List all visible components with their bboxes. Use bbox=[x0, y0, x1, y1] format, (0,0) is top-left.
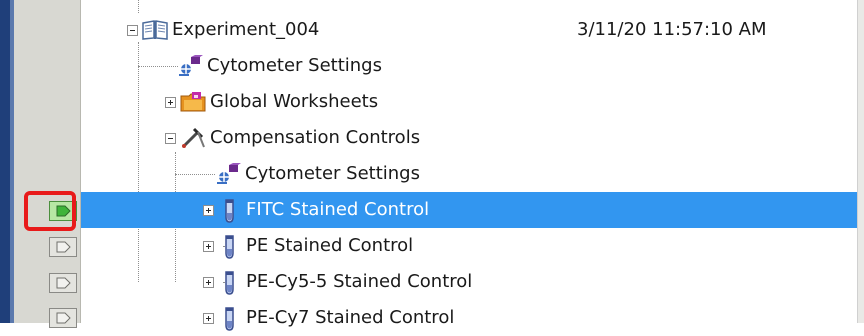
node-label: Cytometer Settings bbox=[245, 163, 420, 184]
test-tube-icon bbox=[218, 199, 240, 223]
folder-icon bbox=[180, 91, 206, 113]
tree-row-global-worksheets[interactable]: Global Worksheets bbox=[81, 84, 858, 120]
experiment-date: 3/11/20 11:57:10 AM bbox=[577, 19, 767, 40]
node-label: Cytometer Settings bbox=[207, 55, 382, 76]
tree-row-pe-cy5-5-stained-control[interactable]: PE-Cy5-5 Stained Control bbox=[81, 264, 858, 300]
compensation-tools-icon bbox=[180, 127, 205, 149]
acquisition-pointer-pe-cy7[interactable] bbox=[49, 308, 77, 328]
expand-toggle[interactable] bbox=[203, 276, 214, 288]
test-tube-icon bbox=[218, 307, 240, 331]
test-tube-icon bbox=[218, 235, 240, 259]
play-arrow-icon bbox=[56, 277, 71, 289]
window-frame-right bbox=[857, 0, 864, 323]
acquisition-pointer-pe-cy5-5[interactable] bbox=[49, 273, 77, 293]
acquisition-pointer-column bbox=[14, 0, 81, 328]
expand-toggle[interactable] bbox=[203, 240, 214, 252]
expand-toggle[interactable] bbox=[203, 204, 214, 216]
node-label: FITC Stained Control bbox=[246, 199, 430, 220]
tree-row-cytometer-settings[interactable]: Cytometer Settings bbox=[81, 48, 858, 84]
tree-row-pe-stained-control[interactable]: PE Stained Control bbox=[81, 228, 858, 264]
tree-row-comp-cytometer-settings[interactable]: Cytometer Settings bbox=[81, 156, 858, 192]
node-label: PE Stained Control bbox=[246, 235, 414, 256]
expand-toggle[interactable] bbox=[165, 96, 176, 108]
node-label: PE-Cy7 Stained Control bbox=[246, 307, 455, 328]
window-frame-left bbox=[0, 0, 10, 323]
tree-row-compensation-controls[interactable]: Compensation Controls bbox=[81, 120, 858, 156]
expand-toggle[interactable] bbox=[203, 312, 214, 324]
tree-row-pe-cy7-stained-control[interactable]: PE-Cy7 Stained Control bbox=[81, 300, 858, 336]
tree-row-experiment[interactable]: Experiment_004 3/11/20 11:57:10 AM bbox=[81, 12, 858, 48]
acquisition-pointer-pe[interactable] bbox=[49, 237, 77, 257]
experiment-browser-tree: Experiment_004 3/11/20 11:57:10 AM Cytom… bbox=[81, 0, 858, 331]
collapse-toggle[interactable] bbox=[127, 24, 138, 36]
cytometer-settings-icon bbox=[215, 163, 241, 185]
node-label: PE-Cy5-5 Stained Control bbox=[246, 271, 473, 292]
highlight-annotation bbox=[24, 191, 76, 231]
collapse-toggle[interactable] bbox=[165, 132, 176, 144]
node-label: Global Worksheets bbox=[210, 91, 379, 112]
cytometer-settings-icon bbox=[177, 55, 203, 77]
experiment-label: Experiment_004 bbox=[172, 19, 320, 40]
test-tube-icon bbox=[218, 271, 240, 295]
tree-row-fitc-stained-control[interactable]: FITC Stained Control bbox=[81, 192, 858, 228]
open-book-icon bbox=[142, 19, 168, 41]
play-arrow-icon bbox=[56, 312, 71, 324]
node-label: Compensation Controls bbox=[210, 127, 421, 148]
play-arrow-icon bbox=[56, 241, 71, 253]
